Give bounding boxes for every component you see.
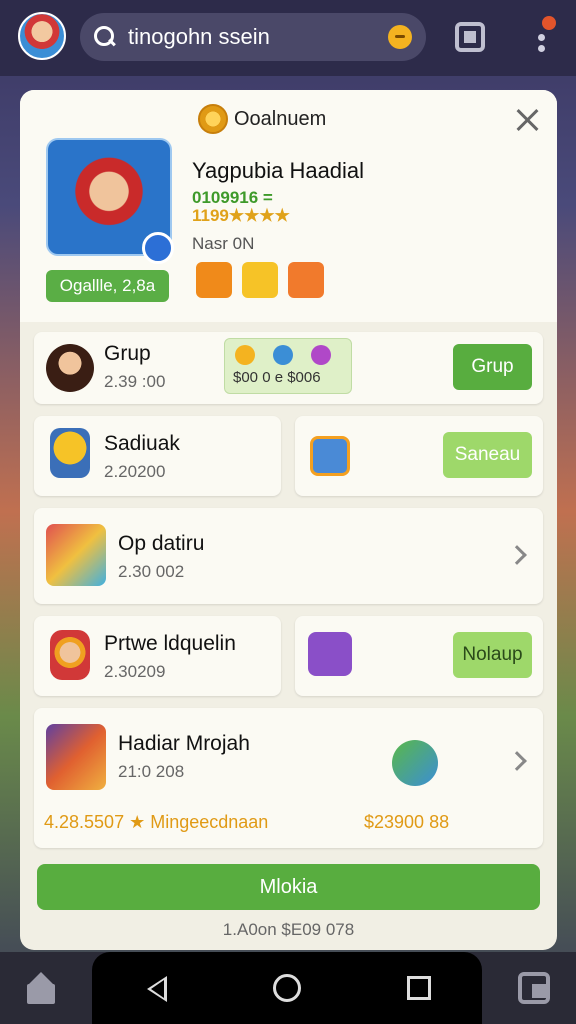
private-sub: 2.30209 [104,662,166,681]
coin-icon[interactable] [388,25,412,49]
home-icon[interactable] [24,972,58,1004]
potion-icon [392,740,438,786]
close-icon[interactable] [514,106,542,134]
hadiar-sub: 21:0 208 [118,762,185,781]
grup-button[interactable]: Grup [453,344,532,390]
back-icon[interactable] [147,976,167,1002]
private-title: Prtwe ldquelin [104,632,236,655]
medal-icon [198,104,228,134]
main-action-button[interactable]: Mlokia [37,864,540,910]
hero-pill-button[interactable]: Ogallle, 2,8a [46,270,169,302]
opdatiru-image [46,524,106,586]
gem-icon [273,345,293,365]
card-title: Ooalnuem [198,104,326,134]
hero-number: 0109916 = [192,188,273,207]
footer-text: 1.A0on $E09 078 [222,920,355,939]
cards-icon[interactable] [518,972,550,1004]
grup-sub: 2.39 :00 [104,372,166,391]
search-bar[interactable]: tinogohn ssein [80,13,426,61]
more-icon[interactable] [530,14,556,54]
opdatiru-title: Op datiru [118,532,205,555]
reward-card: Ooalnuem Yagpubia Haadial 0109916 = 1199… [20,90,557,950]
search-icon [94,26,116,48]
reward-tiles [196,262,324,298]
grup-reward-chip: $00 0 e $006 [224,338,352,394]
opdatiru-sub: 2.30 002 [118,562,185,581]
system-nav-bar [92,952,482,1024]
gallery-icon[interactable] [455,22,485,52]
sadiuak-avatar [50,428,90,478]
coin-icon [235,345,255,365]
reward-box-icon [310,436,350,476]
crown-icon[interactable] [196,262,232,298]
gift-icon[interactable] [288,262,324,298]
profile-avatar[interactable] [18,12,66,60]
potion-icon [311,345,331,365]
recent-apps-icon[interactable] [407,976,431,1000]
system-home-icon[interactable] [273,974,301,1002]
sadiuak-button[interactable]: Saneau [443,432,532,478]
list-item-opdatiru[interactable] [34,508,543,604]
hero-rating: 1199★★★★ [192,206,290,225]
edit-badge-icon[interactable] [142,232,174,264]
grup-avatar [46,344,94,392]
hero-subtitle: Nasr 0N [192,234,255,253]
notification-dot-icon [542,16,556,30]
sadiuak-title: Sadiuak [104,432,180,455]
private-button[interactable]: Nolaup [453,632,532,678]
private-avatar [50,630,90,680]
hadiar-image [46,724,106,790]
hadiar-amount: $23900 88 [364,812,450,832]
grup-title: Grup [104,342,151,365]
hadiar-stats: 4.28.5507 ★ Mingeecdnaan [44,812,269,832]
chest-icon[interactable] [242,262,278,298]
hadiar-title: Hadiar Mrojah [118,732,250,755]
treasure-icon [308,632,352,676]
hero-name: Yagpubia Haadial [192,158,365,183]
sadiuak-sub: 2.20200 [104,462,166,481]
search-text[interactable]: tinogohn ssein [128,24,388,50]
